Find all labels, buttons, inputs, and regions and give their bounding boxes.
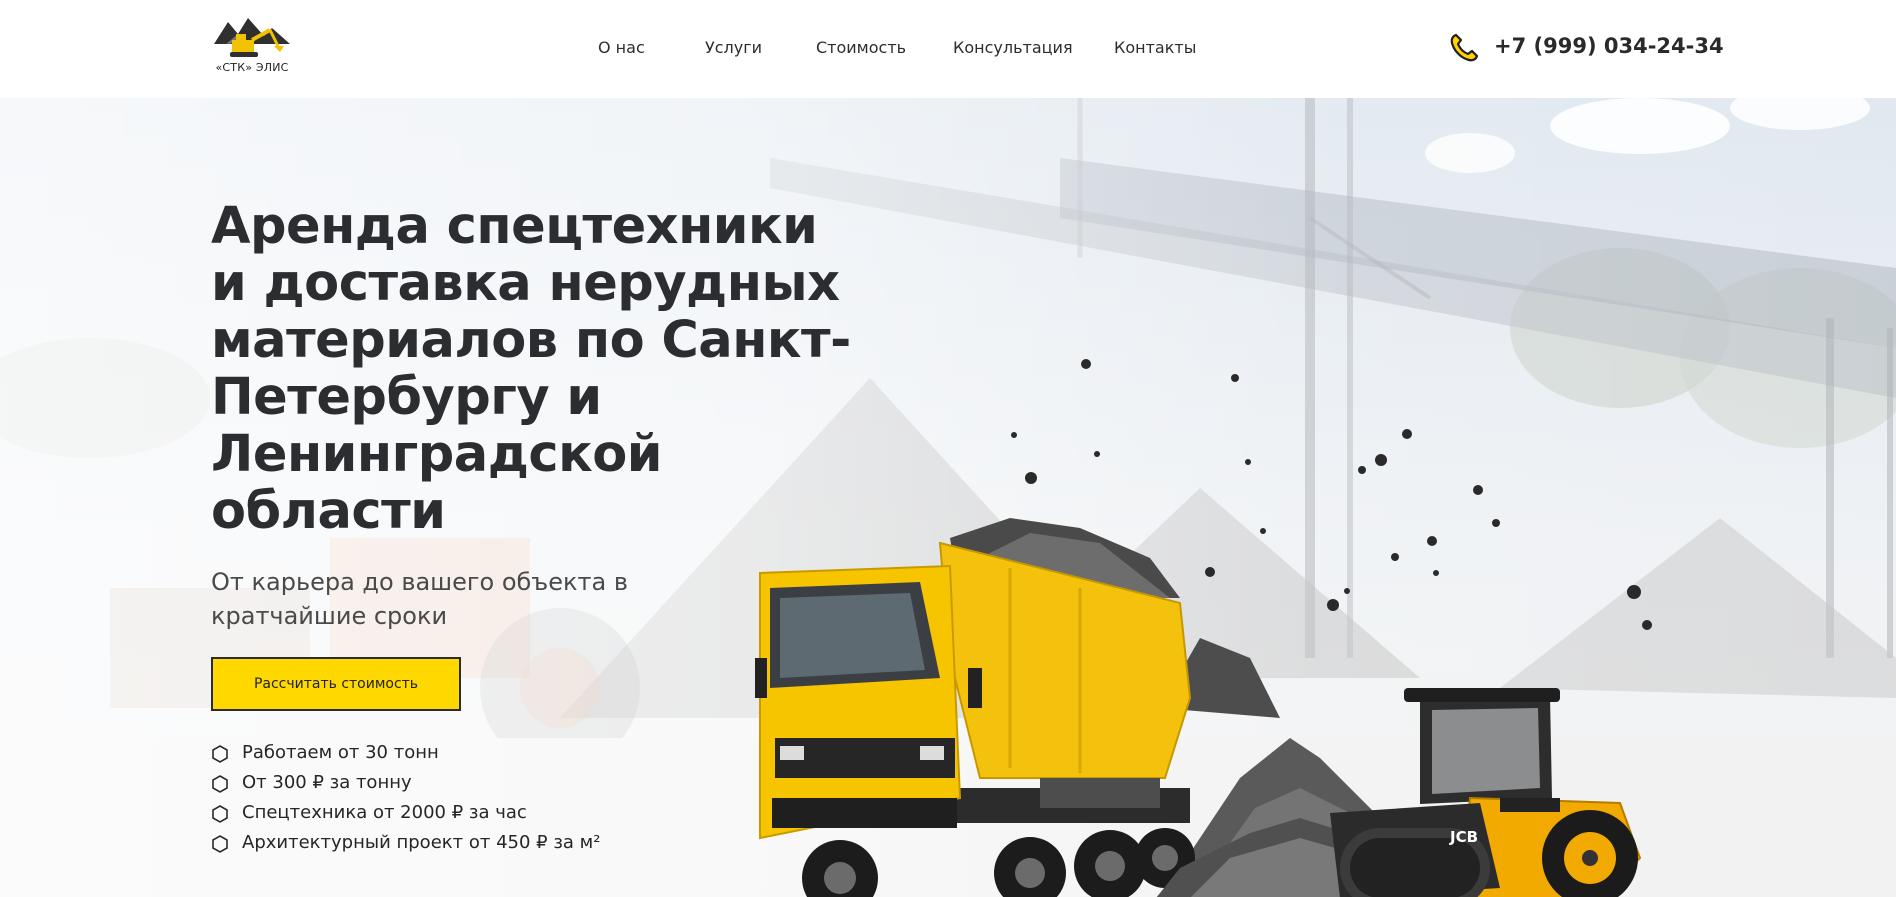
hero-section: JCB Аренда спецтехники и доставка нерудн… [0,98,1896,897]
feature-item: Архитектурный проект от 450 ₽ за м² [211,828,600,858]
nav-item-pricing[interactable]: Стоимость [816,38,906,57]
site-header: «СТК» ЭЛИС О нас Услуги Стоимость Консул… [0,0,1896,98]
hero-title: Аренда спецтехники и доставка нерудных м… [211,197,851,541]
feature-item: От 300 ₽ за тонну [211,768,600,798]
feature-text: От 300 ₽ за тонну [242,772,412,793]
nav-item-services[interactable]: Услуги [705,38,762,57]
hexagon-icon [212,805,228,823]
nav-item-contacts[interactable]: Контакты [1114,38,1196,57]
phone-icon [1450,33,1479,62]
hexagon-icon [212,835,228,853]
hexagon-icon [212,745,228,763]
company-logo[interactable]: «СТК» ЭЛИС [212,14,292,76]
feature-text: Спецтехника от 2000 ₽ за час [242,802,527,823]
nav-item-consultation[interactable]: Консультация [953,38,1073,57]
excavator-mountain-logo-icon [214,18,290,57]
feature-text: Работаем от 30 тонн [242,742,439,763]
road-roller-image: JCB [1330,688,1642,897]
roller-brand-label: JCB [1449,828,1478,846]
phone-number[interactable]: +7 (999) 034-24-34 [1494,34,1724,58]
feature-item: Спецтехника от 2000 ₽ за час [211,798,600,828]
calculate-cost-button[interactable]: Рассчитать стоимость [211,657,461,711]
nav-item-about[interactable]: О нас [598,38,645,57]
features-list: Работаем от 30 тонн От 300 ₽ за тонну Сп… [211,738,600,858]
feature-text: Архитектурный проект от 450 ₽ за м² [242,832,601,853]
logo-text: «СТК» ЭЛИС [215,61,289,74]
feature-item: Работаем от 30 тонн [211,738,600,768]
hexagon-icon [212,775,228,793]
hero-subtitle: От карьера до вашего объекта в кратчайши… [211,568,628,630]
dump-truck-image [755,518,1195,897]
